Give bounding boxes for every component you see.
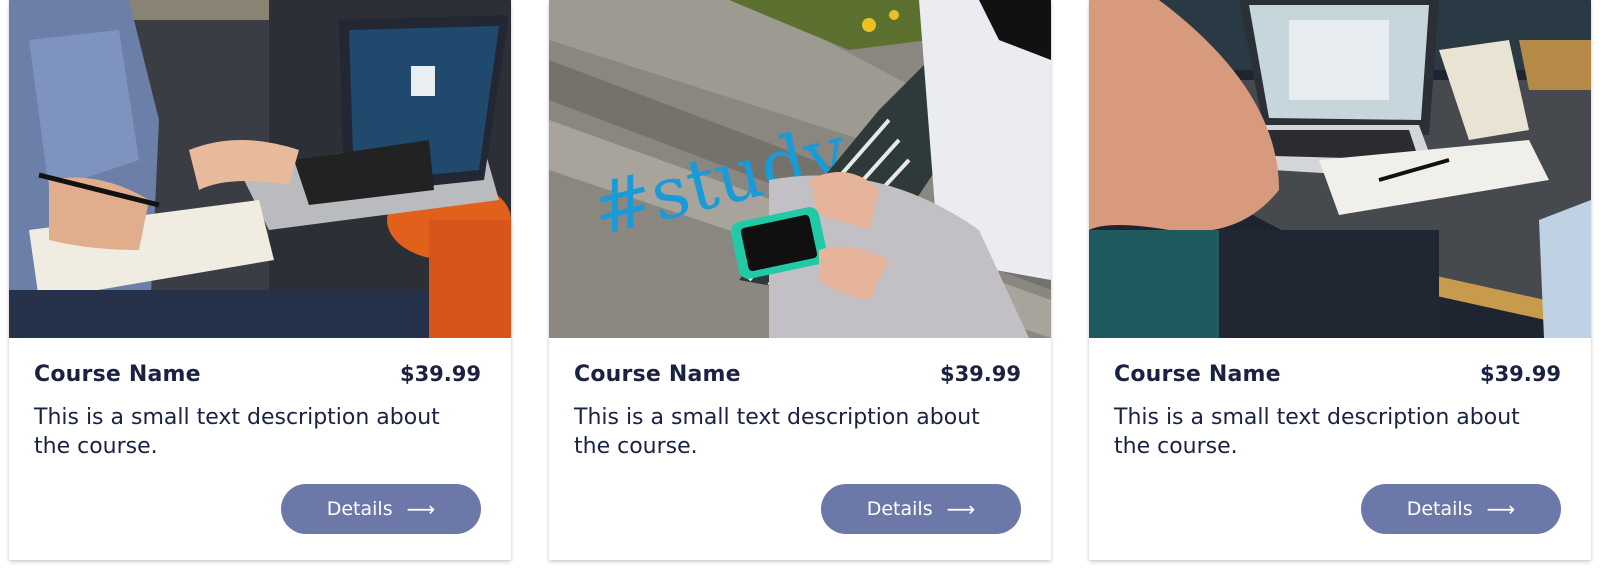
details-button[interactable]: Details ⟶: [821, 484, 1021, 534]
card-header: Course Name $39.99: [34, 362, 481, 387]
course-card-list: Course Name $39.99 This is a small text …: [9, 0, 1591, 560]
course-description: This is a small text description about t…: [574, 405, 980, 459]
course-price: $39.99: [939, 362, 1021, 386]
card-header: Course Name $39.99: [574, 362, 1021, 387]
arrow-right-icon: ⟶: [406, 497, 436, 521]
details-button-label: Details: [1406, 498, 1473, 520]
course-price: $39.99: [399, 362, 481, 386]
course-description: This is a small text description about t…: [34, 405, 440, 459]
course-name[interactable]: Course Name: [34, 362, 201, 387]
card-body: Course Name $39.99 This is a small text …: [549, 338, 1051, 560]
details-button[interactable]: Details ⟶: [1361, 484, 1561, 534]
details-button[interactable]: Details ⟶: [281, 484, 481, 534]
course-image-study: #study: [549, 0, 1051, 338]
course-card: Course Name $39.99 This is a small text …: [1089, 0, 1591, 560]
details-button-label: Details: [326, 498, 393, 520]
card-body: Course Name $39.99 This is a small text …: [1089, 338, 1591, 560]
course-image-desk: [1089, 0, 1591, 338]
course-description: This is a small text description about t…: [1114, 405, 1520, 459]
course-price: $39.99: [1479, 362, 1561, 386]
course-name[interactable]: Course Name: [1114, 362, 1281, 387]
course-name[interactable]: Course Name: [574, 362, 741, 387]
arrow-right-icon: ⟶: [946, 497, 976, 521]
course-image-laptop: [9, 0, 511, 338]
details-button-label: Details: [866, 498, 933, 520]
course-card: Course Name $39.99 This is a small text …: [9, 0, 511, 560]
card-body: Course Name $39.99 This is a small text …: [9, 338, 511, 560]
course-card: #study Course Name $39.99 This is a smal…: [549, 0, 1051, 560]
card-header: Course Name $39.99: [1114, 362, 1561, 387]
arrow-right-icon: ⟶: [1486, 497, 1516, 521]
